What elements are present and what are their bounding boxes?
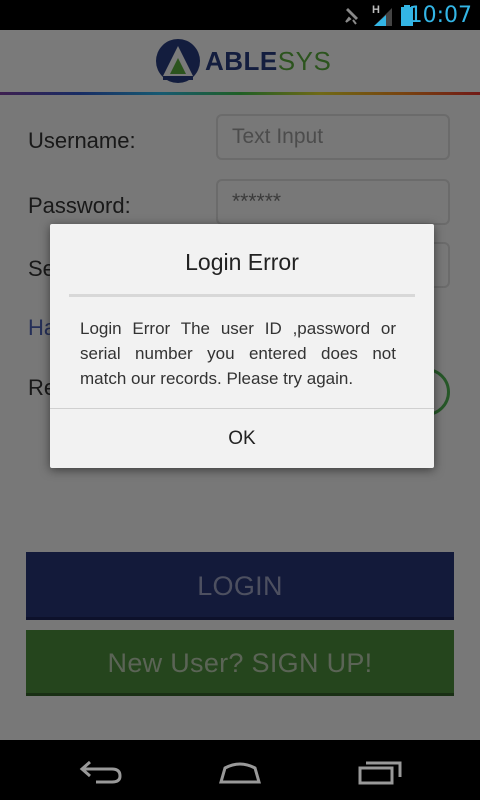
- login-error-dialog: Login Error Login Error The user ID ,pas…: [50, 224, 434, 468]
- home-icon[interactable]: [215, 756, 265, 786]
- mute-icon: [345, 8, 358, 25]
- navigation-bar: [0, 740, 480, 800]
- clock: 10:07: [408, 3, 472, 28]
- ok-button[interactable]: OK: [50, 409, 434, 468]
- dialog-message: Login Error The user ID ,password or ser…: [80, 319, 396, 388]
- signal-icon: [374, 8, 392, 26]
- dialog-title: Login Error: [185, 249, 299, 275]
- phone-screen: H 10:07 ABLESYS Username: Text: [0, 0, 480, 800]
- status-bar: H 10:07: [0, 0, 480, 30]
- recent-apps-icon[interactable]: [356, 756, 406, 786]
- login-screen: ABLESYS Username: Text Input Password: *…: [0, 30, 480, 740]
- back-icon[interactable]: [76, 756, 126, 786]
- dialog-title-divider: [69, 294, 415, 297]
